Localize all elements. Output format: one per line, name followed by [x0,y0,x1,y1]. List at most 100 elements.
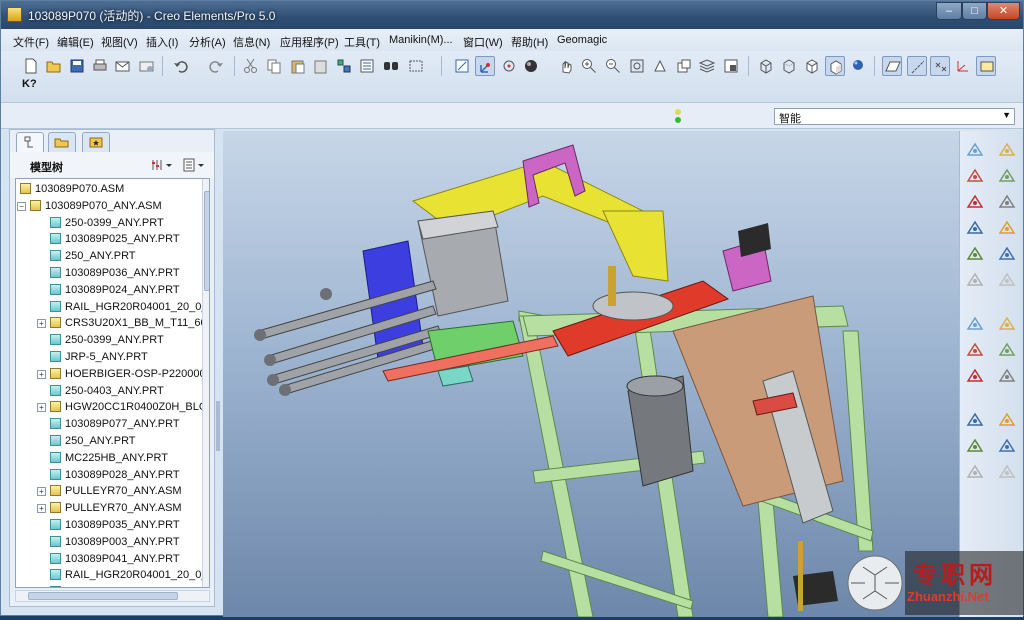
extrude-icon[interactable] [998,219,1016,237]
expand-toggle[interactable]: + [37,504,46,514]
hidden-line-icon[interactable] [779,56,799,76]
view-manager-icon[interactable] [721,56,741,76]
settings-icon[interactable] [150,157,176,173]
tree-row[interactable]: + PULLEYR70_ANY.ASM [16,500,209,517]
tree-row[interactable]: 250-0403_ANY.PRT [16,383,209,400]
show-menu-icon[interactable] [182,157,208,173]
undo-icon[interactable] [171,56,191,76]
blend-icon[interactable] [966,271,984,289]
menu-file[interactable]: 文件(F) [13,34,49,50]
expand-toggle[interactable]: + [37,487,46,497]
expand-toggle[interactable]: + [37,369,46,379]
tree-row[interactable]: 103089P077_ANY.PRT [16,416,209,433]
draft-icon[interactable] [966,341,984,359]
display-style-icon[interactable] [521,56,541,76]
tree-row[interactable]: 250-0399_ANY.PRT [16,332,209,349]
chevron-down-icon[interactable]: ▼ [1002,110,1011,120]
thicken-icon[interactable] [966,463,984,481]
horizontal-scrollbar[interactable] [15,590,210,602]
coordinate-systems-icon[interactable] [953,56,973,76]
find-icon[interactable] [381,56,401,76]
open-icon[interactable] [44,56,64,76]
layers-icon[interactable] [697,56,717,76]
tree-row[interactable]: + CRS3U20X1_BB_M_T11_60 [16,315,209,332]
email-icon[interactable] [113,56,133,76]
menu-info[interactable]: 信息(N) [233,34,270,50]
pattern-icon[interactable] [998,367,1016,385]
print-icon[interactable] [90,56,110,76]
expand-toggle[interactable]: + [37,319,46,329]
datum-axes-icon[interactable] [907,56,927,76]
menu-edit[interactable]: 编辑(E) [57,34,94,50]
wireframe-icon[interactable] [756,56,776,76]
datum-axis-icon[interactable] [966,167,984,185]
datum-point-icon[interactable] [966,193,984,211]
tree-row[interactable]: 103089P070.ASM [16,181,209,198]
menu-window[interactable]: 窗口(W) [463,34,503,50]
tree-row[interactable]: 103089P003_ANY.PRT [16,534,209,551]
tree-row[interactable]: − 103089P070_ANY.ASM [16,198,209,215]
tree-row[interactable]: RAIL_HGR20R04001_20_0_ [16,567,209,584]
cut-icon[interactable] [241,56,261,76]
tree-row[interactable]: + HGW20CC1R0400Z0H_BLO [16,399,209,416]
chamfer-icon[interactable] [998,315,1016,333]
graphics-area[interactable] [223,131,959,617]
rib-icon[interactable] [966,367,984,385]
appearance-icon[interactable] [848,56,868,76]
panel-splitter[interactable] [216,401,220,451]
menu-insert[interactable]: 插入(I) [146,34,178,50]
shading-icon[interactable] [825,56,845,76]
selection-filter-dropdown[interactable]: 智能 ▼ [774,108,1015,125]
refit-icon[interactable] [627,56,647,76]
copy-icon[interactable] [264,56,284,76]
select-box-icon[interactable] [406,56,426,76]
regenerate-manager-icon[interactable] [357,56,377,76]
whats-this-button[interactable]: K? [22,78,42,98]
folder-browser-tab[interactable] [48,132,76,152]
save-icon[interactable] [67,56,87,76]
spin-center-icon[interactable] [475,56,495,76]
datum-planes-icon[interactable] [882,56,902,76]
tree-row[interactable]: 250_ANY.PRT [16,248,209,265]
favorites-tab[interactable] [82,132,110,152]
tree-row[interactable]: MC225HB_ANY.PRT [16,450,209,467]
menu-help[interactable]: 帮助(H) [511,34,548,50]
tree-row[interactable]: 103089P028_ANY.PRT [16,467,209,484]
analysis-icon[interactable] [966,219,984,237]
zoom-out-icon[interactable] [603,56,623,76]
email-attach-icon[interactable] [137,56,157,76]
merge-icon[interactable] [998,411,1016,429]
vertical-scrollbar[interactable] [202,179,209,587]
sketch-icon[interactable] [966,141,984,159]
sweep-icon[interactable] [998,245,1016,263]
menu-manikin[interactable]: Manikin(M)... [389,34,453,46]
datum-curve-icon[interactable] [998,167,1016,185]
paste-special-icon[interactable] [311,56,331,76]
redo-icon[interactable] [206,56,226,76]
expand-toggle[interactable]: + [37,403,46,413]
saved-views-icon[interactable] [674,56,694,76]
tree-row[interactable]: 103089P024_ANY.PRT [16,282,209,299]
menu-view[interactable]: 视图(V) [101,34,138,50]
revolve-icon[interactable] [966,245,984,263]
trim-icon[interactable] [966,437,984,455]
datum-plane-icon[interactable] [998,141,1016,159]
tree-row[interactable]: 103089P036_ANY.PRT [16,265,209,282]
round-icon[interactable] [966,315,984,333]
zoom-in-icon[interactable] [579,56,599,76]
tree-row[interactable]: 103089P025_ANY.PRT [16,231,209,248]
menu-tools[interactable]: 工具(T) [344,34,380,50]
menu-applications[interactable]: 应用程序(P) [280,34,339,50]
tree-row[interactable]: 250-0399_ANY.PRT [16,215,209,232]
repaint-icon[interactable] [452,56,472,76]
solidify-icon[interactable] [998,463,1016,481]
tree-row[interactable]: + HOERBIGER-OSP-P220000 [16,366,209,383]
orient-mode-icon[interactable] [499,56,519,76]
mirror-icon[interactable] [966,411,984,429]
coordinate-system-icon[interactable] [998,193,1016,211]
offset-icon[interactable] [998,437,1016,455]
close-button[interactable]: ✕ [987,2,1020,20]
model-tree-tab[interactable] [16,132,44,152]
minimize-button[interactable]: – [936,2,962,20]
menu-analysis[interactable]: 分析(A) [189,34,226,50]
